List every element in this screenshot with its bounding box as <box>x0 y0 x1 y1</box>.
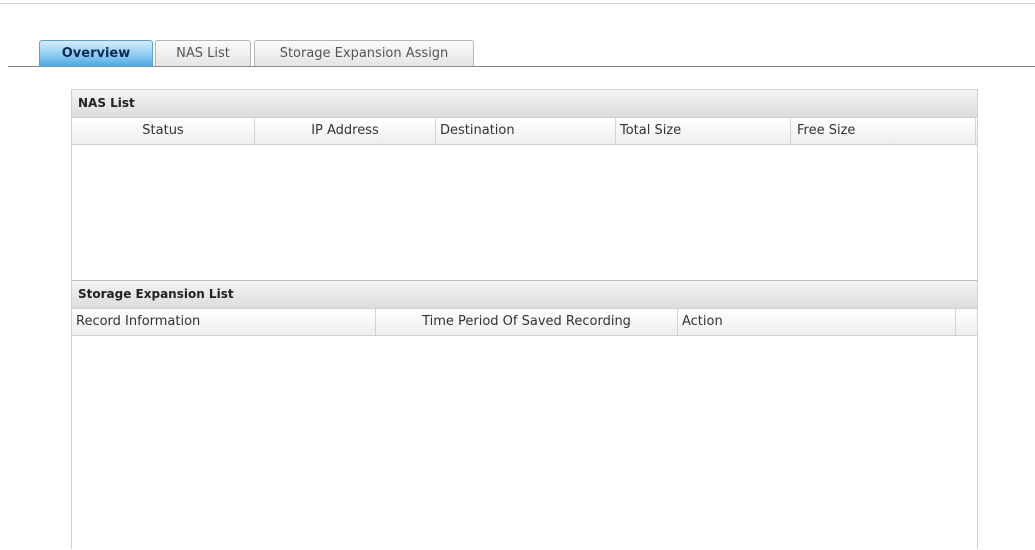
tab-overview[interactable]: Overview <box>39 40 153 67</box>
storage-column-action[interactable]: Action <box>678 309 956 335</box>
storage-column-record-information[interactable]: Record Information <box>72 309 376 335</box>
nas-column-total-size[interactable]: Total Size <box>616 118 791 144</box>
storage-expansion-column-header: Record Information Time Period Of Saved … <box>72 309 977 336</box>
nas-list-section-title: NAS List <box>72 90 977 118</box>
overview-panel: NAS List Status IP Address Destination T… <box>71 89 978 550</box>
nas-column-free-size[interactable]: Free Size <box>791 118 976 144</box>
nas-column-status[interactable]: Status <box>72 118 255 144</box>
nas-column-ip-address[interactable]: IP Address <box>255 118 436 144</box>
top-divider <box>0 3 1035 4</box>
nas-column-destination[interactable]: Destination <box>436 118 616 144</box>
storage-expansion-body <box>72 336 977 550</box>
storage-column-time-period[interactable]: Time Period Of Saved Recording <box>376 309 678 335</box>
tab-bar-baseline <box>8 66 1035 67</box>
nas-list-body <box>72 145 977 280</box>
storage-expansion-section-title: Storage Expansion List <box>72 281 977 309</box>
tab-nas-list[interactable]: NAS List <box>155 40 251 66</box>
tab-storage-expansion-assign[interactable]: Storage Expansion Assign <box>254 40 474 66</box>
tab-bar: Overview NAS List Storage Expansion Assi… <box>0 40 1035 67</box>
nas-list-column-header: Status IP Address Destination Total Size… <box>72 118 977 145</box>
